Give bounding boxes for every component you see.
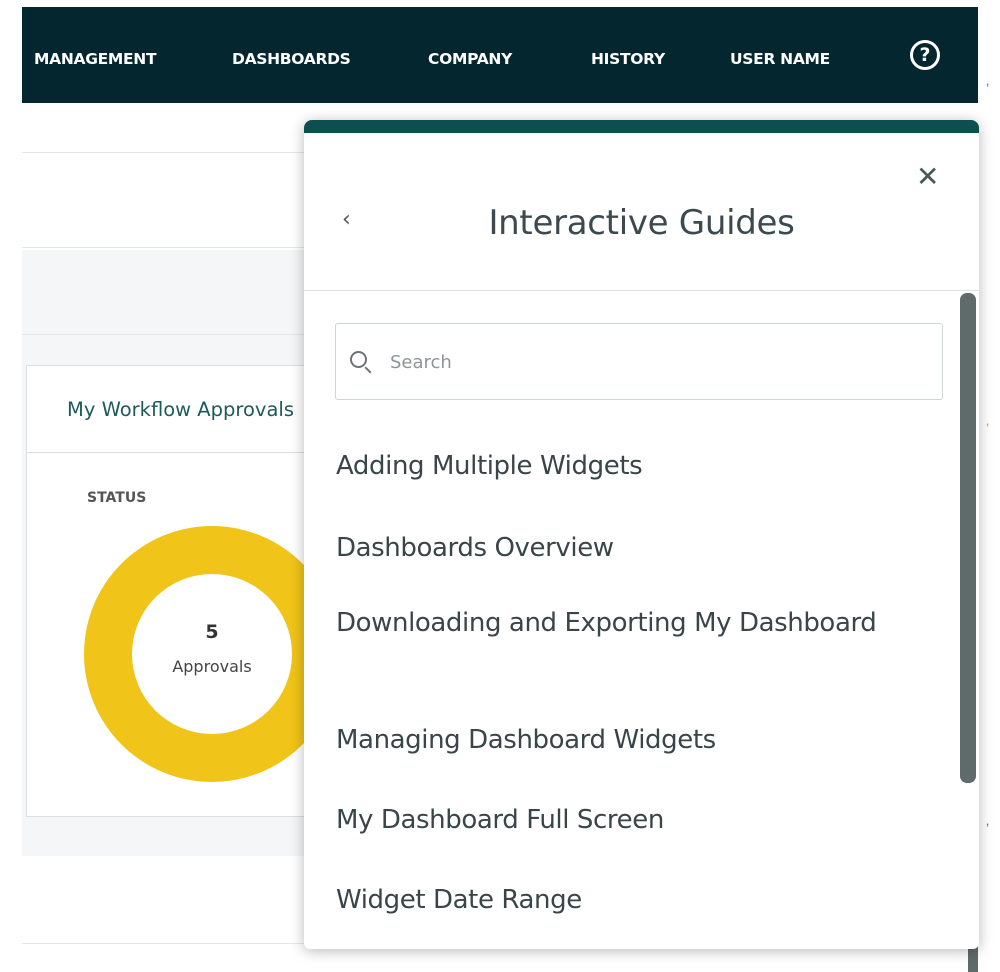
guide-item[interactable]: Dashboards Overview [336,534,926,563]
status-label: STATUS [87,490,147,506]
top-navigation-bar: MANAGEMENT DASHBOARDS COMPANY HISTORY US… [22,7,978,103]
approvals-donut-chart[interactable]: 5 Approvals [84,526,340,782]
approvals-label: Approvals [172,657,252,676]
nav-management[interactable]: MANAGEMENT [34,50,157,68]
divider [22,334,312,335]
guide-item[interactable]: Downloading and Exporting My Dashboard [336,609,926,638]
donut-center: 5 Approvals [132,574,292,734]
edge-mark: ‚ [986,812,990,828]
search-icon [350,351,367,368]
widget-divider [27,452,325,453]
page-right-edge: ‚ ‚ ‚ [978,7,1000,972]
guide-item[interactable]: Widget Date Range [336,886,926,915]
nav-history[interactable]: HISTORY [591,50,665,68]
guide-item[interactable]: Managing Dashboard Widgets [336,726,926,755]
nav-company[interactable]: COMPANY [428,50,512,68]
help-icon[interactable]: ? [910,40,940,70]
panel-title: Interactive Guides [488,203,795,243]
guide-item[interactable]: My Dashboard Full Screen [336,806,926,835]
divider [22,943,312,944]
search-input[interactable] [390,344,920,380]
workflow-approvals-widget: My Workflow Approvals STATUS 5 Approvals [26,365,340,817]
nav-dashboards[interactable]: DASHBOARDS [232,50,351,68]
guide-item[interactable]: Adding Multiple Widgets [336,452,926,481]
search-box[interactable] [335,323,943,400]
panel-scrollbar[interactable] [960,293,976,783]
interactive-guides-panel: ‹ Interactive Guides ✕ Adding Multiple W… [304,120,979,949]
divider [22,247,312,248]
help-icon-glyph: ? [919,44,931,66]
widget-title[interactable]: My Workflow Approvals [67,398,294,421]
approvals-count: 5 [205,621,219,643]
edge-mark: ‚ [986,412,990,428]
nav-user-name[interactable]: USER NAME [730,50,830,68]
edge-mark: ‚ [986,72,990,88]
close-button[interactable]: ✕ [916,160,939,193]
divider [22,152,312,153]
panel-header: ‹ Interactive Guides ✕ [304,133,979,291]
